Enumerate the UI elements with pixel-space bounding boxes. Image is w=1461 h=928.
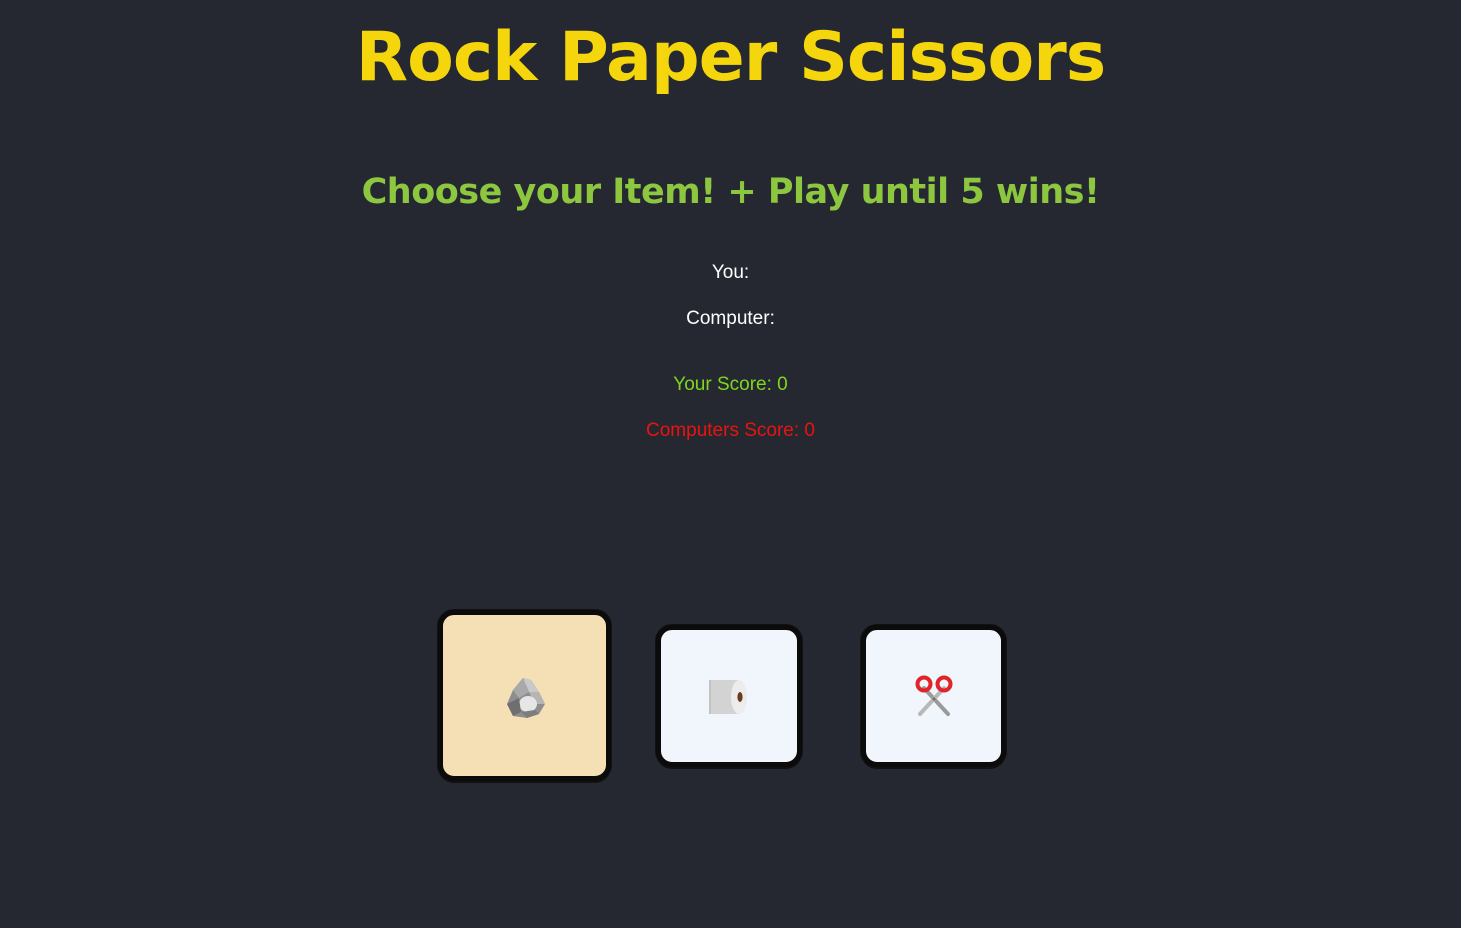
computer-choice-label: Computer: (686, 308, 775, 329)
toilet-paper-icon (707, 676, 751, 716)
player-choice-label: You: (711, 262, 750, 283)
page-title: Rock Paper Scissors (355, 18, 1106, 97)
paper-button[interactable] (656, 625, 802, 767)
computer-score: Computers Score: 0 (646, 420, 815, 441)
rock-button[interactable] (438, 610, 611, 781)
player-score: Your Score: 0 (673, 374, 788, 395)
scissors-icon (912, 674, 956, 718)
rock-icon (499, 670, 551, 722)
instructions-subtitle: Choose your Item! + Play until 5 wins! (361, 172, 1100, 212)
scissors-button[interactable] (861, 625, 1006, 767)
